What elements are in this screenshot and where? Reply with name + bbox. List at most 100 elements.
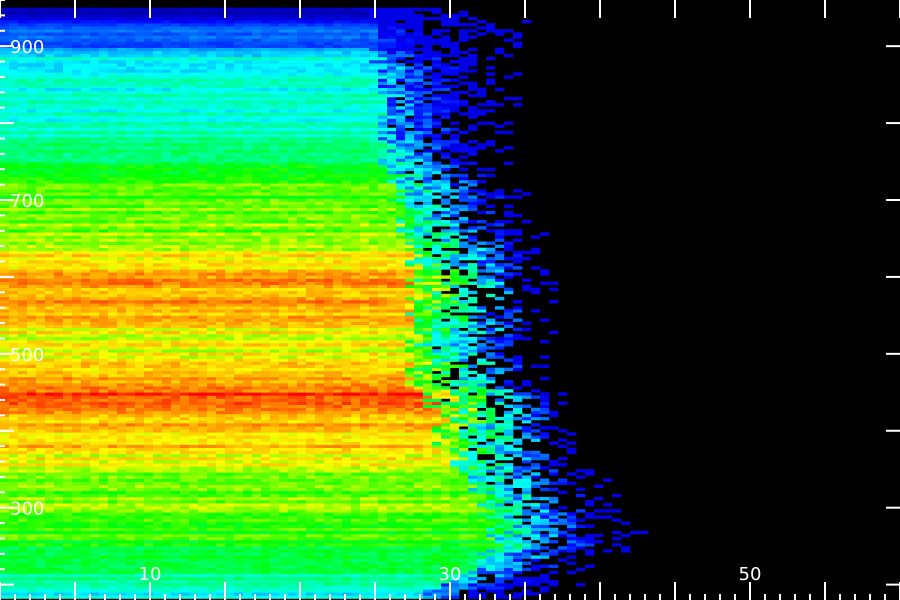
heatmap-cell bbox=[54, 444, 64, 448]
heatmap-cell bbox=[405, 543, 415, 547]
heatmap-cell bbox=[9, 595, 19, 599]
heatmap-cell bbox=[351, 380, 361, 384]
heatmap-cell bbox=[135, 444, 145, 448]
heatmap-cell bbox=[207, 438, 217, 442]
heatmap-cell bbox=[99, 478, 109, 482]
heatmap-cell bbox=[477, 576, 487, 581]
heatmap-cell bbox=[9, 555, 19, 559]
heatmap-cell bbox=[405, 450, 415, 455]
heatmap-cell bbox=[279, 392, 289, 396]
heatmap-cell bbox=[234, 373, 244, 378]
heatmap-cell bbox=[0, 543, 10, 547]
heatmap-cell bbox=[72, 475, 82, 479]
heatmap-cell bbox=[27, 336, 37, 341]
heatmap-cell bbox=[522, 576, 532, 581]
heatmap-cell bbox=[243, 509, 253, 513]
heatmap-cell bbox=[297, 512, 307, 516]
heatmap-cell bbox=[252, 583, 262, 587]
heatmap-cell bbox=[0, 376, 10, 381]
heatmap-cell bbox=[414, 444, 424, 448]
heatmap-cell bbox=[567, 527, 577, 532]
heatmap-cell bbox=[234, 496, 244, 501]
heatmap-cell bbox=[306, 484, 316, 488]
heatmap-cell bbox=[504, 558, 514, 562]
heatmap-cell bbox=[117, 364, 127, 368]
heatmap-cell bbox=[252, 586, 262, 590]
heatmap-cell bbox=[342, 509, 352, 513]
heatmap-cell bbox=[441, 518, 451, 522]
heatmap-cell bbox=[117, 346, 127, 350]
heatmap-cell bbox=[342, 500, 352, 504]
heatmap-cell bbox=[243, 555, 253, 559]
heatmap-cell bbox=[216, 512, 226, 516]
heatmap-cell bbox=[459, 376, 469, 381]
heatmap-cell bbox=[279, 429, 289, 433]
heatmap-cell bbox=[495, 423, 505, 427]
heatmap-cell bbox=[369, 536, 379, 541]
heatmap-cell bbox=[135, 589, 145, 593]
heatmap-cell bbox=[513, 533, 523, 538]
heatmap-cell bbox=[495, 487, 505, 492]
heatmap-cell bbox=[117, 500, 127, 504]
heatmap-cell bbox=[567, 518, 577, 522]
heatmap-cell bbox=[180, 352, 190, 356]
heatmap-cell bbox=[90, 555, 100, 559]
heatmap-cell bbox=[27, 340, 37, 344]
heatmap-cell bbox=[126, 392, 136, 396]
heatmap-cell bbox=[405, 376, 415, 381]
heatmap-cell bbox=[180, 426, 190, 430]
heatmap-cell bbox=[369, 589, 379, 593]
heatmap-cell bbox=[567, 515, 577, 519]
heatmap-cell bbox=[315, 463, 325, 467]
heatmap-cell bbox=[522, 475, 532, 479]
heatmap-cell bbox=[387, 543, 397, 547]
heatmap-cell bbox=[333, 509, 343, 513]
heatmap-cell bbox=[54, 555, 64, 559]
heatmap-cell bbox=[432, 466, 442, 470]
heatmap-cell bbox=[252, 567, 262, 572]
heatmap-cell bbox=[297, 355, 307, 359]
heatmap-cell bbox=[225, 484, 235, 488]
heatmap-cell bbox=[207, 549, 217, 553]
heatmap-cell bbox=[90, 376, 100, 381]
heatmap-cell bbox=[405, 392, 415, 396]
heatmap-cell bbox=[378, 586, 388, 590]
heatmap-cell bbox=[207, 512, 217, 516]
heatmap-cell bbox=[288, 475, 298, 479]
heatmap-cell bbox=[369, 573, 379, 578]
heatmap-cell bbox=[297, 463, 307, 467]
heatmap-cell bbox=[540, 407, 550, 412]
heatmap-cell bbox=[432, 383, 442, 387]
heatmap-cell bbox=[414, 592, 424, 596]
heatmap-cell bbox=[369, 533, 379, 538]
heatmap-cell bbox=[198, 561, 208, 565]
heatmap-cell bbox=[351, 536, 361, 541]
heatmap-cell bbox=[72, 521, 82, 525]
heatmap-cell bbox=[396, 386, 406, 390]
heatmap-cell bbox=[117, 503, 127, 507]
heatmap-cell bbox=[189, 487, 199, 492]
heatmap-cell bbox=[180, 561, 190, 565]
heatmap-cell bbox=[414, 589, 424, 593]
heatmap-cell bbox=[243, 512, 253, 516]
heatmap-cell bbox=[81, 561, 91, 565]
heatmap-cell bbox=[252, 352, 262, 356]
heatmap-cell bbox=[261, 373, 271, 378]
heatmap-cell bbox=[387, 496, 397, 501]
heatmap-cell bbox=[45, 552, 55, 556]
heatmap-cell bbox=[306, 435, 316, 439]
heatmap-cell bbox=[135, 527, 145, 532]
heatmap-cell bbox=[324, 496, 334, 501]
heatmap-cell bbox=[522, 481, 532, 485]
heatmap-cell bbox=[459, 558, 469, 562]
heatmap-cell bbox=[342, 555, 352, 559]
heatmap-cell bbox=[540, 466, 550, 470]
heatmap-cell bbox=[18, 481, 28, 485]
heatmap-cell bbox=[45, 530, 55, 535]
heatmap-cell bbox=[99, 355, 109, 359]
heatmap-cell bbox=[180, 580, 190, 584]
heatmap-cell bbox=[369, 521, 379, 525]
heatmap-cell bbox=[369, 429, 379, 433]
heatmap-cell bbox=[522, 404, 532, 408]
heatmap-cell bbox=[279, 570, 289, 575]
